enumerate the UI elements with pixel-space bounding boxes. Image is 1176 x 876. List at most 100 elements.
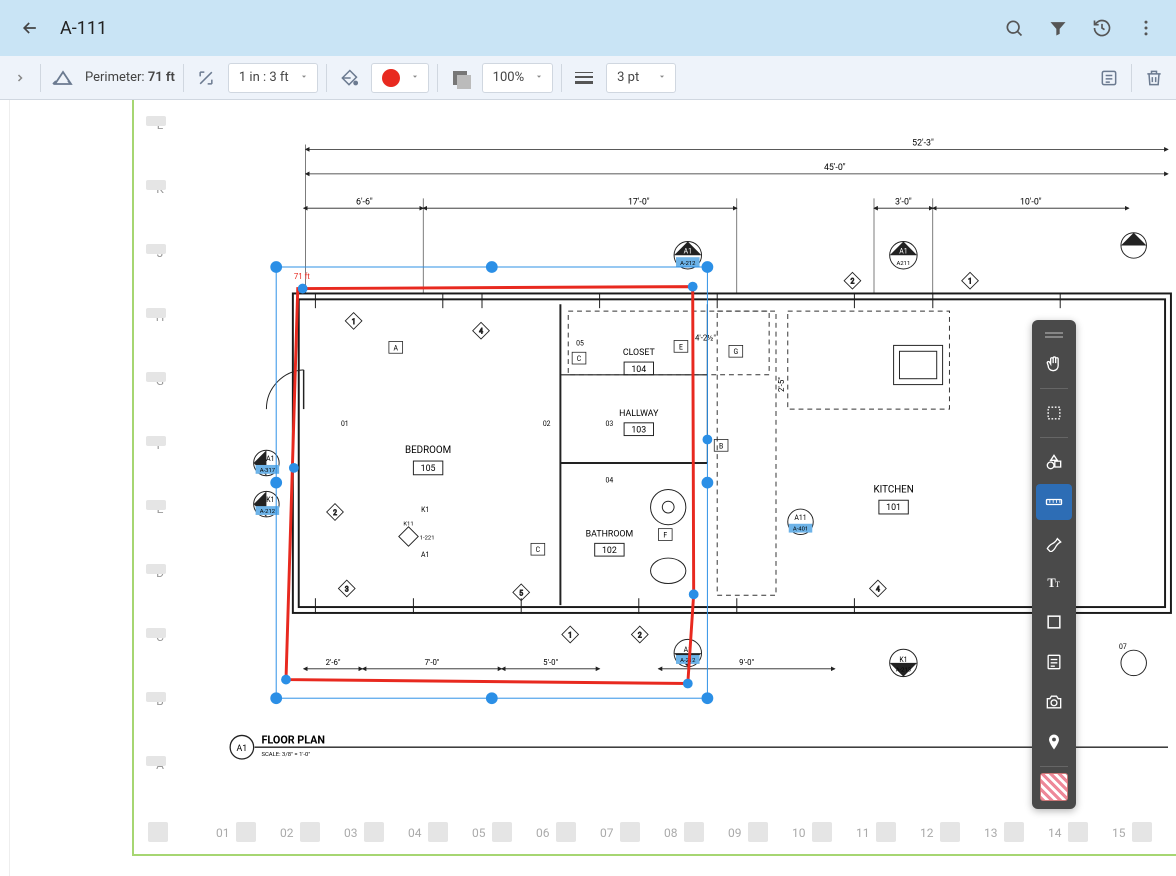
svg-text:4'-2½": 4'-2½" (695, 334, 716, 343)
shapes-tool-icon[interactable] (1036, 444, 1072, 480)
floorplan-drawing[interactable]: 52'-3" 45'-0" 6'-6" 17'-0" 3'-0" 10'-0" (180, 120, 1176, 806)
svg-text:A1: A1 (684, 247, 692, 255)
svg-text:A211: A211 (897, 261, 911, 267)
svg-text:104: 104 (631, 365, 646, 375)
svg-text:SCALE: 3/8" = 1'-0": SCALE: 3/8" = 1'-0" (262, 752, 311, 758)
svg-text:1-221: 1-221 (420, 535, 435, 541)
svg-text:E: E (679, 343, 683, 351)
sheet-border (132, 100, 134, 854)
svg-text:A1: A1 (266, 455, 274, 463)
svg-text:A1: A1 (899, 247, 907, 255)
svg-text:C: C (577, 355, 582, 363)
opacity-icon (446, 64, 474, 92)
svg-text:A-212: A-212 (680, 261, 696, 267)
svg-text:1: 1 (968, 278, 972, 286)
svg-text:C: C (536, 546, 541, 554)
search-icon[interactable] (1000, 14, 1028, 42)
lineweight-icon (570, 64, 598, 92)
svg-text:A-401: A-401 (793, 527, 808, 533)
collapse-chevron-icon[interactable] (8, 66, 32, 90)
perimeter-tool-icon[interactable] (49, 64, 77, 92)
drag-handle-icon[interactable] (1036, 328, 1072, 342)
svg-text:9'-0": 9'-0" (739, 658, 754, 667)
lineweight-select[interactable]: 3 pt (606, 63, 676, 93)
chevron-down-icon (657, 70, 667, 85)
svg-text:A11: A11 (794, 514, 806, 522)
scale-icon[interactable] (192, 64, 220, 92)
horizontal-ruler: 01 02 03 04 05 06 07 08 09 10 11 12 13 1… (0, 814, 1176, 850)
svg-text:A-317: A-317 (260, 468, 276, 474)
svg-text:4: 4 (479, 328, 483, 336)
svg-text:71 ft: 71 ft (294, 272, 310, 281)
svg-text:105: 105 (421, 464, 436, 474)
rectangle-tool-icon[interactable] (1036, 604, 1072, 640)
svg-text:17'-0": 17'-0" (628, 197, 650, 207)
svg-text:A: A (394, 344, 399, 352)
svg-text:10'-0": 10'-0" (1020, 197, 1042, 207)
svg-text:BATHROOM: BATHROOM (586, 530, 633, 540)
svg-text:103: 103 (631, 426, 646, 436)
svg-text:1: 1 (568, 631, 572, 639)
svg-text:05: 05 (576, 339, 584, 347)
svg-text:HALLWAY: HALLWAY (619, 409, 659, 419)
svg-text:A-212: A-212 (260, 509, 276, 515)
delete-icon[interactable] (1140, 64, 1168, 92)
svg-text:04: 04 (606, 477, 614, 485)
pan-tool-icon[interactable] (1036, 346, 1072, 382)
chevron-down-icon (299, 70, 309, 85)
active-layer-icon[interactable] (1040, 773, 1068, 801)
svg-text:KITCHEN: KITCHEN (873, 484, 913, 495)
properties-toolbar: Perimeter: 71 ft 1 in : 3 ft 100% 3 pt (0, 56, 1176, 100)
svg-text:K1: K1 (899, 656, 907, 664)
svg-text:6'-6": 6'-6" (356, 197, 373, 207)
svg-text:45'-0": 45'-0" (824, 163, 846, 173)
svg-text:BEDROOM: BEDROOM (405, 445, 451, 456)
drawing-canvas[interactable]: L K J H G F E D C B A 01 02 03 04 05 06 … (0, 100, 1176, 876)
svg-text:101: 101 (886, 503, 901, 513)
camera-tool-icon[interactable] (1036, 684, 1072, 720)
svg-text:K11: K11 (403, 522, 413, 528)
svg-text:02: 02 (543, 420, 551, 428)
svg-text:3'-0": 3'-0" (895, 197, 912, 207)
svg-text:7'-0": 7'-0" (425, 658, 440, 667)
svg-text:1: 1 (352, 318, 356, 326)
fill-tool-icon[interactable] (335, 64, 363, 92)
svg-text:5'-0": 5'-0" (543, 658, 558, 667)
app-header: A-111 (0, 0, 1176, 56)
svg-text:A1: A1 (237, 744, 248, 754)
history-icon[interactable] (1088, 14, 1116, 42)
svg-text:K1: K1 (266, 496, 274, 504)
svg-text:CLOSET: CLOSET (623, 348, 656, 358)
svg-text:5: 5 (519, 589, 523, 597)
svg-text:B: B (719, 442, 723, 450)
tool-palette[interactable]: TT (1032, 320, 1076, 809)
svg-text:3: 3 (345, 585, 349, 593)
svg-text:2: 2 (333, 509, 337, 517)
more-icon[interactable] (1132, 14, 1160, 42)
measure-tool-icon[interactable] (1036, 484, 1072, 520)
svg-text:52'-3": 52'-3" (912, 138, 934, 148)
multiselect-tool-icon[interactable] (1036, 395, 1072, 431)
scale-select[interactable]: 1 in : 3 ft (228, 63, 318, 93)
chevron-down-icon (410, 70, 420, 85)
svg-text:102: 102 (602, 546, 617, 556)
svg-text:01: 01 (341, 420, 349, 428)
svg-text:2'-5": 2'-5" (777, 377, 786, 392)
filter-icon[interactable] (1044, 14, 1072, 42)
svg-text:FLOOR PLAN: FLOOR PLAN (262, 733, 326, 746)
sheet-border (132, 854, 1176, 856)
text-tool-icon[interactable]: TT (1036, 564, 1072, 600)
svg-text:A1: A1 (421, 551, 429, 559)
pin-tool-icon[interactable] (1036, 724, 1072, 760)
back-button[interactable] (16, 14, 44, 42)
svg-text:2: 2 (638, 631, 642, 639)
draw-tool-icon[interactable] (1036, 524, 1072, 560)
color-swatch-icon (382, 69, 400, 87)
perimeter-label: Perimeter: 71 ft (85, 70, 175, 85)
note-icon[interactable] (1095, 64, 1123, 92)
color-select[interactable] (371, 63, 429, 93)
opacity-select[interactable]: 100% (482, 63, 553, 93)
svg-text:03: 03 (606, 420, 614, 428)
svg-text:G: G (733, 348, 738, 356)
document-tool-icon[interactable] (1036, 644, 1072, 680)
